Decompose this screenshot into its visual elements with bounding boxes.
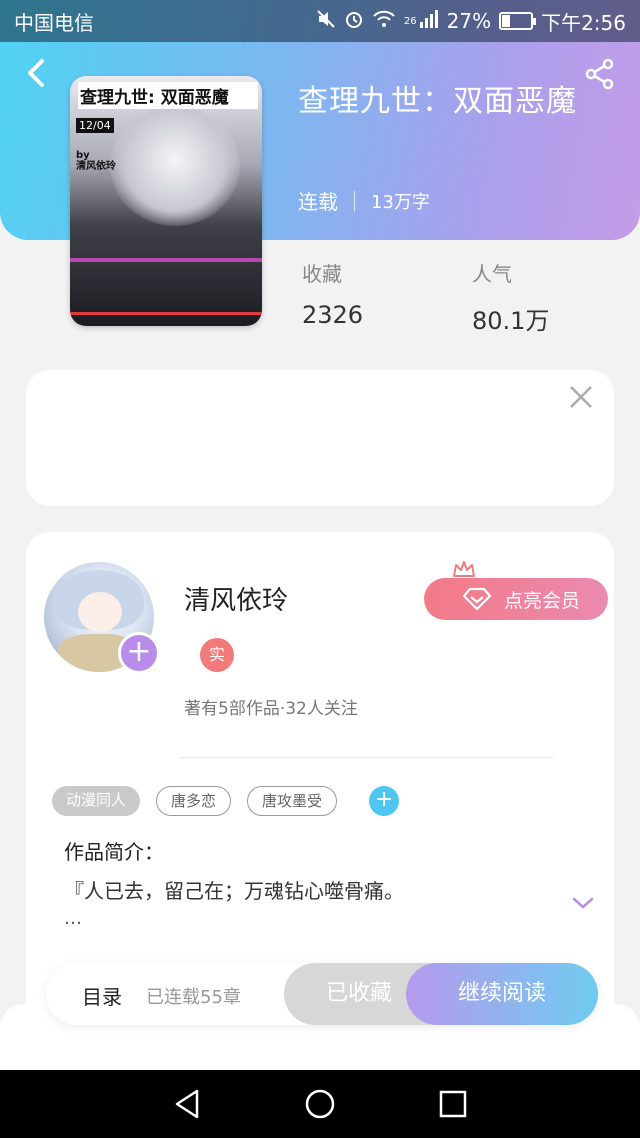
cover-date: 12/04: [76, 118, 114, 133]
cover-glitch-line: [70, 312, 262, 315]
serial-status: 连载: [298, 190, 338, 214]
plus-icon: +: [374, 787, 394, 812]
nav-recents-button[interactable]: [433, 1084, 473, 1124]
intro-ellipsis: …: [64, 908, 82, 929]
stat-value: 80.1万: [472, 307, 550, 335]
verified-badge: 实: [200, 638, 234, 672]
battery-percent: 27%: [446, 9, 492, 33]
diamond-icon: [462, 587, 492, 611]
intro-text: 『人已去，留己在；万魂钻心噬骨痛。: [64, 879, 404, 903]
ad-card: [26, 370, 614, 506]
navigation-bar: [0, 1070, 640, 1138]
tag-category[interactable]: 动漫同人: [52, 786, 141, 816]
cover-glitch-line: [70, 258, 262, 262]
divider: [180, 757, 554, 758]
tag-item[interactable]: 唐攻墨受: [247, 786, 338, 816]
book-cover[interactable]: 查理九世: 双面恶魔 12/04 by 清风依玲: [70, 76, 262, 326]
continue-reading-button[interactable]: 继续阅读: [406, 963, 598, 1025]
chapter-count: 已连载55章: [146, 987, 241, 1008]
close-button[interactable]: [568, 384, 594, 410]
crown-icon: [453, 561, 475, 577]
follow-author-button[interactable]: +: [118, 632, 160, 674]
vip-button-label: 点亮会员: [503, 589, 580, 612]
battery-icon: [499, 12, 537, 30]
stat-popularity: 人气 80.1万: [472, 258, 549, 336]
word-count: 13万字: [371, 191, 430, 213]
cover-author-name: 清风依玲: [76, 161, 116, 172]
nav-home-button[interactable]: [300, 1084, 340, 1124]
avatar-face: [78, 592, 122, 632]
triangle-back-icon: [175, 1089, 198, 1119]
stat-label: 收藏: [302, 262, 342, 286]
toc-button[interactable]: 目录: [82, 981, 122, 1010]
battery-level: [502, 15, 511, 27]
signal-icon: [419, 9, 439, 34]
alarm-icon: [344, 9, 364, 34]
chevron-left-icon: [28, 59, 44, 87]
clock: 下午2:56: [541, 10, 626, 35]
stat-favorites: 收藏 2326: [302, 258, 363, 329]
author-stats: 著有5部作品·32人关注: [184, 699, 358, 719]
circle-home-icon: [305, 1089, 335, 1119]
tag-item[interactable]: 唐多恋: [156, 786, 232, 816]
meta-divider: [354, 190, 355, 211]
cover-title: 查理九世: 双面恶魔: [78, 82, 258, 109]
network-type: 26: [403, 15, 417, 27]
add-tag-button[interactable]: +: [369, 786, 400, 816]
back-button[interactable]: [20, 56, 54, 90]
plus-icon: +: [126, 634, 152, 669]
book-meta: 连载 13万字: [298, 186, 430, 215]
close-icon: [570, 386, 592, 408]
expand-intro-button[interactable]: [570, 894, 596, 912]
action-bar: 目录 已连载55章 已收藏 继续阅读: [46, 963, 598, 1025]
intro-title: 作品简介：: [64, 840, 164, 864]
vip-button[interactable]: 点亮会员: [424, 578, 608, 620]
book-title: 查理九世：双面恶魔: [298, 84, 577, 119]
carrier-label: 中国电信: [14, 10, 94, 35]
chevron-down-icon: [572, 897, 594, 909]
author-name[interactable]: 清风依玲: [184, 580, 288, 617]
wifi-icon: [372, 9, 396, 34]
square-recents-icon: [440, 1090, 467, 1118]
cover-illustration: [110, 106, 240, 226]
tag-list: 动漫同人 唐多恋 唐攻墨受 +: [52, 786, 400, 816]
stat-value: 2326: [302, 301, 364, 329]
cover-author: by 清风依玲: [76, 150, 116, 172]
stat-label: 人气: [472, 262, 512, 286]
mute-icon: [316, 9, 336, 34]
cover-by-label: by: [76, 150, 90, 161]
nav-back-button[interactable]: [167, 1084, 207, 1124]
status-bar: 中国电信 26 27% 下午2:56: [0, 0, 640, 42]
